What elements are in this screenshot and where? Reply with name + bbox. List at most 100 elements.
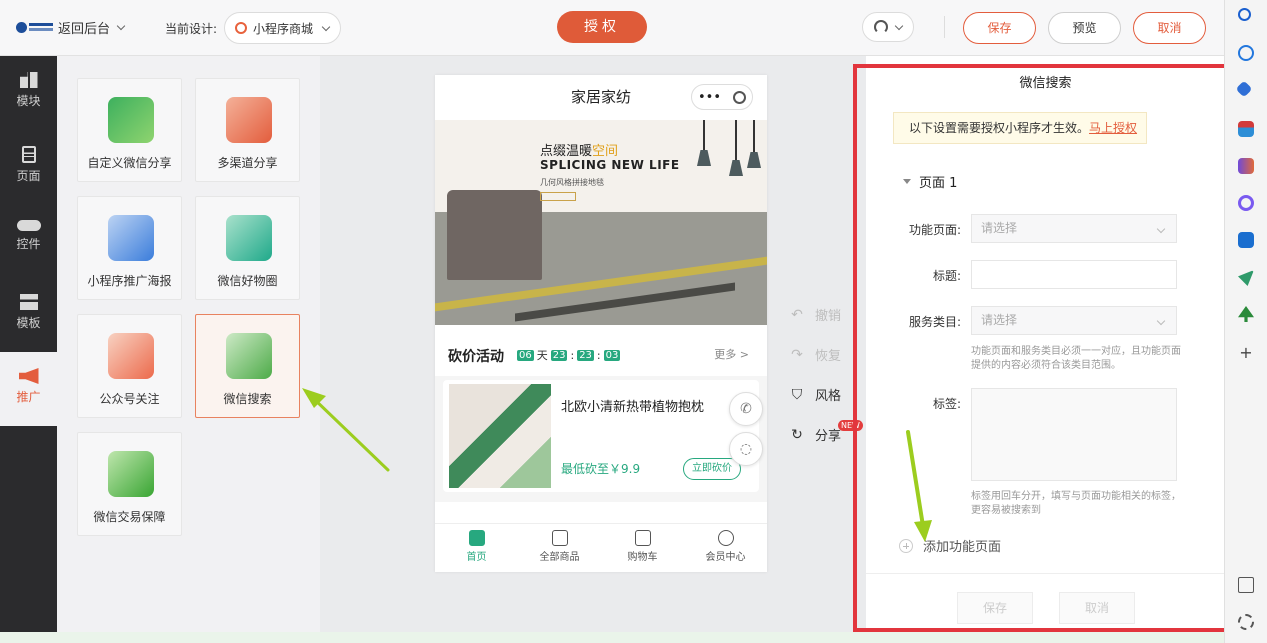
rail-item-controls[interactable]: 控件	[0, 204, 57, 278]
heart-follow-icon	[108, 333, 154, 379]
gear-icon[interactable]	[1238, 614, 1254, 630]
component-official-account-follow[interactable]: 公众号关注	[77, 314, 182, 418]
wallet-icon	[551, 530, 568, 546]
component-label: 多渠道分享	[217, 156, 278, 170]
bargain-now-button[interactable]: 立即砍价	[683, 458, 741, 480]
customer-service-button[interactable]	[862, 12, 914, 42]
authorize-button[interactable]: 授权	[557, 11, 647, 43]
add-function-page-label: 添加功能页面	[923, 540, 1002, 555]
lamp-cord	[703, 120, 705, 150]
rail-item-label: 模板	[16, 316, 41, 330]
component-wechat-search[interactable]: 微信搜索	[195, 314, 300, 418]
rail-item-promotion[interactable]: 推广	[0, 352, 57, 426]
function-page-select[interactable]: 请选择	[971, 214, 1177, 243]
rail-item-label: 控件	[16, 237, 41, 251]
component-multi-channel-share[interactable]: 多渠道分享	[195, 78, 300, 182]
save-button[interactable]: 保存	[963, 12, 1036, 44]
back-to-admin-button[interactable]: 返回后台	[58, 18, 126, 37]
component-label: 公众号关注	[99, 392, 160, 406]
settings-cancel-button[interactable]: 取消	[1059, 592, 1135, 624]
tag-icon[interactable]	[1235, 80, 1253, 98]
redo-button[interactable]: ↷ 恢复	[789, 345, 859, 365]
timer-seconds: 03	[603, 349, 621, 361]
style-button[interactable]: ⛉ 风格	[789, 385, 859, 405]
lamp-cord	[753, 120, 755, 152]
section-title: 页面 1	[919, 176, 958, 191]
shirt-icon: ⛉	[791, 386, 803, 403]
service-category-label: 服务类目:	[908, 315, 961, 329]
timer-minutes: 23	[577, 349, 594, 361]
phone-call-button[interactable]: ✆	[729, 392, 763, 426]
settings-save-button[interactable]: 保存	[957, 592, 1033, 624]
banner-caption: 几何风格拼接地毯	[540, 178, 604, 187]
search-icon[interactable]	[1238, 8, 1251, 21]
settings-title: 微信搜索	[1019, 76, 1072, 91]
chat-button[interactable]: ◌	[729, 432, 763, 466]
component-label: 自定义微信分享	[87, 156, 172, 170]
tab-all-products[interactable]: 全部商品	[518, 524, 601, 572]
shield-icon	[108, 451, 154, 497]
tab-label: 会员中心	[705, 552, 746, 563]
plus-icon	[899, 538, 913, 553]
bargain-header: 砍价活动 06 天 23: 23: 03 更多 >	[435, 330, 767, 376]
people-icon[interactable]	[1238, 158, 1254, 174]
rail-item-modules[interactable]: 模块	[0, 56, 57, 130]
product-price: 最低砍至￥9.9	[561, 462, 641, 476]
add-function-page-button[interactable]: 添加功能页面	[899, 536, 1001, 555]
chevron-down-icon	[1156, 316, 1166, 326]
rail-item-templates[interactable]: 模板	[0, 278, 57, 352]
send-icon[interactable]	[1238, 270, 1254, 286]
rail-item-label: 推广	[16, 390, 41, 404]
tab-home[interactable]: 首页	[435, 524, 518, 572]
redo-icon: ↷	[791, 346, 803, 363]
title-input[interactable]	[971, 260, 1177, 289]
undo-button[interactable]: ↶ 撤销	[789, 305, 859, 325]
component-miniapp-poster[interactable]: 小程序推广海报	[77, 196, 182, 300]
design-select[interactable]: 小程序商城	[224, 12, 341, 44]
tab-label: 购物车	[627, 552, 658, 563]
goods-circle-icon	[226, 215, 272, 261]
notice-text: 以下设置需要授权小程序才生效。	[909, 121, 1090, 135]
tab-cart[interactable]: 购物车	[601, 524, 684, 572]
preview-button[interactable]: 预览	[1048, 12, 1121, 44]
component-wechat-trade-guarantee[interactable]: 微信交易保障	[77, 432, 182, 536]
top-bar: 返回后台 当前设计: 小程序商城 授权 保存 预览 取消	[0, 0, 1224, 56]
cancel-button[interactable]: 取消	[1133, 12, 1206, 44]
authorize-now-link[interactable]: 马上授权	[1089, 121, 1137, 135]
browser-sidebar: +	[1224, 0, 1267, 643]
rail-item-pages[interactable]: 页面	[0, 130, 57, 204]
tool-label: 分享	[815, 429, 842, 444]
home-icon	[468, 530, 485, 546]
page-section-toggle[interactable]: 页面 1	[903, 172, 957, 191]
tab-member-center[interactable]: 会员中心	[684, 524, 767, 572]
timer-days: 06	[517, 349, 534, 361]
sidebar-collapse-icon[interactable]	[1238, 577, 1254, 593]
banner-headline-text: 点缀温暖	[540, 144, 593, 159]
poster-megaphone-icon	[108, 215, 154, 261]
component-custom-wechat-share[interactable]: 自定义微信分享	[77, 78, 182, 182]
component-wechat-goods-circle[interactable]: 微信好物圈	[195, 196, 300, 300]
bing-icon[interactable]	[1238, 45, 1254, 61]
lamp-shade	[747, 152, 761, 168]
rail-item-label: 页面	[16, 169, 41, 183]
tab-label: 首页	[466, 552, 487, 563]
chevron-down-icon	[116, 21, 126, 31]
phone-preview[interactable]: 家居家纺 ••• 点缀温暖空间 SPLICING NEW LIFE 几何风格拼接…	[435, 75, 767, 572]
tool-label: 风格	[815, 389, 842, 404]
countdown-timer: 06 天 23: 23: 03	[517, 348, 621, 362]
service-category-select[interactable]: 请选择	[971, 306, 1177, 335]
tree-icon[interactable]	[1238, 306, 1254, 322]
divider	[944, 16, 945, 38]
component-label: 微信搜索	[223, 392, 272, 406]
tags-textarea[interactable]	[971, 388, 1177, 481]
toolbox-icon[interactable]	[1238, 121, 1254, 137]
banner-image[interactable]: 点缀温暖空间 SPLICING NEW LIFE 几何风格拼接地毯	[435, 120, 767, 325]
more-link[interactable]: 更多 >	[714, 346, 749, 362]
select-placeholder: 请选择	[981, 221, 1018, 235]
copilot-icon[interactable]	[1238, 195, 1254, 211]
product-card[interactable]: 北欧小清新热带植物抱枕 最低砍至￥9.9 立即砍价	[443, 380, 759, 492]
outlook-icon[interactable]	[1238, 232, 1254, 248]
add-icon[interactable]: +	[1238, 345, 1254, 361]
phone-header: 家居家纺 •••	[435, 75, 767, 120]
function-page-label: 功能页面:	[908, 223, 961, 237]
